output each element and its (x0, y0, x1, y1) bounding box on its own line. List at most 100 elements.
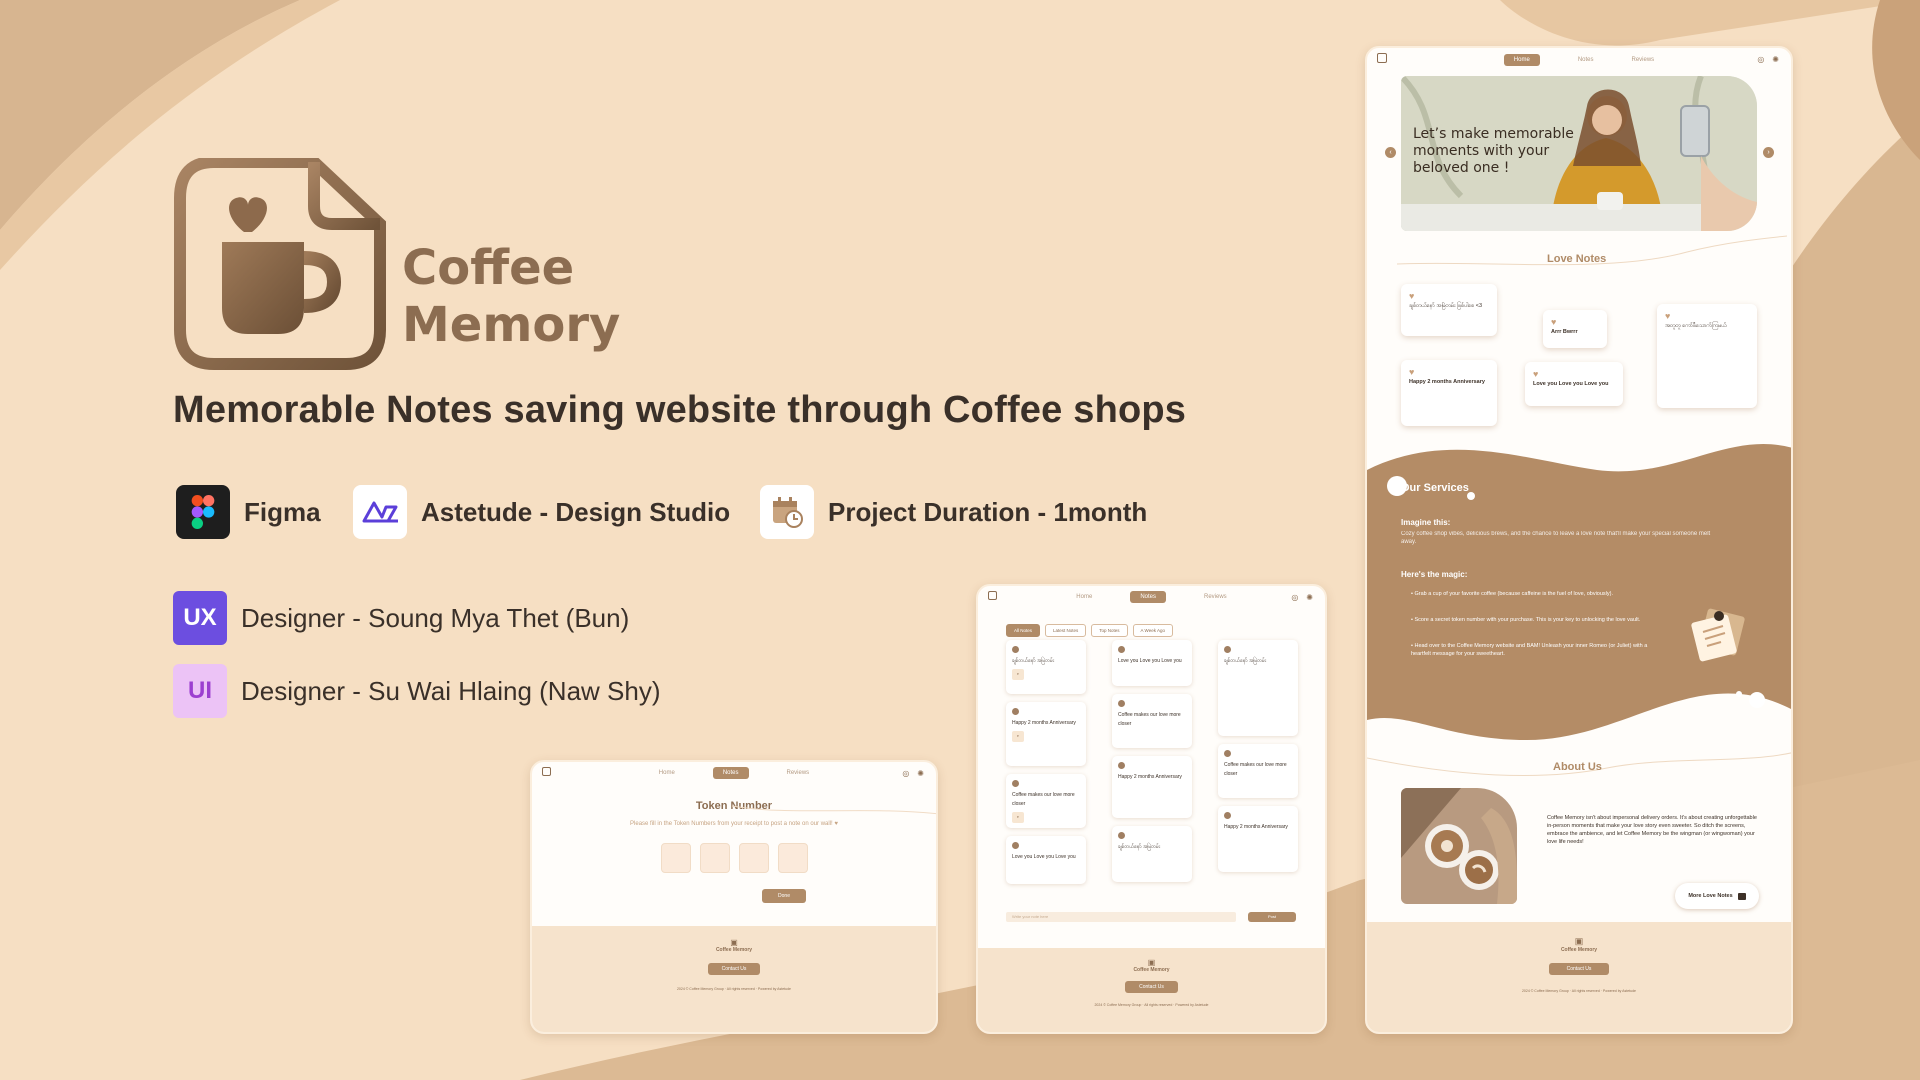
note-tag: ♥ (1012, 669, 1024, 680)
nav-home[interactable]: Home (1076, 594, 1092, 600)
filter-week[interactable]: A Week Ago (1132, 624, 1173, 637)
chat-icon (1737, 892, 1746, 900)
mock-nav: Home Notes Reviews ◎ ✺ (978, 586, 1325, 608)
magic-item-text: Grab a cup of your favorite coffee (beca… (1414, 591, 1613, 597)
footer-brand: Coffee Memory (1560, 947, 1598, 953)
note-card[interactable]: Happy 2 months Anniversary (1218, 806, 1298, 872)
role-ui: UI Designer - Su Wai Hlaing (Naw Shy) (173, 664, 661, 718)
filter-chips: All Notes Latest Notes Top Notes A Week … (1006, 624, 1325, 637)
user-icon[interactable]: ◎ (1291, 593, 1298, 602)
avatar (1118, 832, 1125, 839)
footer-copyright: 2024 © Coffee Memory Group · All rights … (676, 987, 791, 991)
nav-notes[interactable]: Notes (1578, 57, 1594, 63)
mini-logo-icon (1377, 53, 1387, 63)
nav-reviews[interactable]: Reviews (1632, 57, 1655, 63)
mini-logo-icon (988, 591, 997, 600)
note-input[interactable]: Write your note here (1006, 912, 1236, 922)
tool-duration: Project Duration - 1month (760, 485, 1147, 539)
love-note-text: Happy 2 months Anniversary (1409, 379, 1485, 385)
nav-home[interactable]: Home (659, 770, 675, 776)
love-notes-title: Love Notes (1547, 253, 1607, 265)
nav-notes[interactable]: Notes (712, 767, 749, 779)
note-text: ချစ်တယ်နော် အမြဲတမ်း (1224, 658, 1267, 664)
avatar (1012, 646, 1019, 653)
note-text: Love you Love you Love you (1118, 658, 1182, 664)
footer-logo-icon: ▣ (1147, 958, 1156, 967)
mock-nav: Home Notes Reviews ◎ ✺ (1367, 48, 1791, 72)
note-card[interactable]: Love you Love you Love you (1006, 836, 1086, 884)
avatar (1012, 842, 1019, 849)
note-text: Happy 2 months Anniversary (1224, 824, 1288, 830)
contact-button[interactable]: Contact Us (1548, 963, 1610, 975)
avatar (1224, 646, 1231, 653)
nav-home[interactable]: Home (1503, 54, 1540, 66)
filter-all[interactable]: All Notes (1006, 624, 1041, 637)
love-note-card[interactable]: ♥ ချစ်တယ်နော် အမြဲတမ်း ဖြစ်ပါစေ <3 (1401, 284, 1497, 336)
note-card[interactable]: ချစ်တယ်နော် အမြဲတမ်း (1218, 640, 1298, 736)
note-text: Coffee makes our love more closer (1012, 792, 1075, 807)
avatar (1224, 750, 1231, 757)
note-card[interactable]: Happy 2 months Anniversary ♥ (1006, 702, 1086, 766)
note-text: ချစ်တယ်နော် အမြဲတမ်း (1012, 658, 1055, 664)
token-subtitle: Please fill in the Token Numbers from yo… (630, 821, 838, 827)
role-text: Designer - Soung Mya Thet (Bun) (241, 602, 630, 633)
footer-logo-icon: ▣ (730, 938, 738, 947)
about-photo (1401, 788, 1517, 904)
note-card[interactable]: Love you Love you Love you (1112, 640, 1192, 686)
note-text: Coffee makes our love more closer (1224, 762, 1287, 777)
more-love-notes-button[interactable]: More Love Notes (1675, 883, 1759, 909)
filter-latest[interactable]: Latest Notes (1045, 624, 1087, 637)
love-note-card[interactable]: ♥ Arrr Bwrrr (1543, 310, 1607, 348)
love-note-card[interactable]: ♥ Happy 2 months Anniversary (1401, 360, 1497, 426)
hero-prev-icon[interactable]: ‹ (1385, 147, 1396, 158)
brand-line-2: Memory (402, 297, 621, 353)
avatar (1012, 780, 1019, 787)
note-text: ချစ်တယ်နော် အမြဲတမ်း (1118, 844, 1161, 850)
note-card[interactable]: Coffee makes our love more closer (1218, 744, 1298, 798)
footer-powered: Powered by Astetude (757, 987, 791, 991)
magic-item: • Head over to the Coffee Memory website… (1411, 643, 1648, 657)
love-note-card[interactable]: ♥ Love you Love you Love you (1525, 362, 1623, 406)
role-text: Designer - Su Wai Hlaing (Naw Shy) (241, 675, 661, 706)
settings-icon[interactable]: ✺ (1772, 55, 1779, 64)
post-button[interactable]: Post (1248, 912, 1296, 922)
note-card[interactable]: Coffee makes our love more closer ♥ (1006, 774, 1086, 828)
tool-figma: Figma (176, 485, 321, 539)
love-note-card[interactable]: ♥ အတူတူ ကော်ဖီသောက်ကြမယ် (1657, 304, 1757, 408)
nav-reviews[interactable]: Reviews (1204, 594, 1227, 600)
calendar-clock-icon (760, 485, 814, 539)
tool-astetude: Astetude - Design Studio (353, 485, 730, 539)
filter-top[interactable]: Top Notes (1091, 624, 1128, 637)
tool-label: Project Duration - 1month (828, 496, 1148, 527)
hero-next-icon[interactable]: › (1763, 147, 1774, 158)
token-input-1[interactable] (660, 843, 691, 873)
magic-item-text: Head over to the Coffee Memory website a… (1411, 643, 1648, 657)
note-card[interactable]: ချစ်တယ်နော် အမြဲတမ်း (1112, 826, 1192, 882)
coffee-cups-illustration (1401, 788, 1517, 904)
nav-reviews[interactable]: Reviews (787, 770, 810, 776)
love-note-text: ချစ်တယ်နော် အမြဲတမ်း ဖြစ်ပါစေ <3 (1409, 303, 1483, 309)
user-icon[interactable]: ◎ (902, 769, 909, 778)
contact-button[interactable]: Contact Us (1125, 981, 1178, 993)
heart-icon: ♥ (1409, 291, 1415, 301)
token-input-3[interactable] (738, 843, 769, 873)
settings-icon[interactable]: ✺ (917, 769, 924, 778)
done-button[interactable]: Done (762, 889, 806, 903)
imagine-text: Cozy coffee shop vibes, delicious brews,… (1401, 531, 1711, 545)
note-card[interactable]: Coffee makes our love more closer (1112, 694, 1192, 748)
token-inputs (532, 843, 936, 873)
note-card[interactable]: Happy 2 months Anniversary (1112, 756, 1192, 818)
settings-icon[interactable]: ✺ (1306, 593, 1313, 602)
coffee-memory-logo (174, 158, 386, 370)
nav-notes[interactable]: Notes (1130, 591, 1166, 603)
love-note-text: အတူတူ ကော်ဖီသောက်ကြမယ် (1665, 323, 1727, 329)
token-input-4[interactable] (777, 843, 808, 873)
contact-button[interactable]: Contact Us (707, 963, 761, 975)
heart-icon: ♥ (1533, 369, 1539, 379)
avatar (1012, 708, 1019, 715)
note-card[interactable]: ချစ်တယ်နော် အမြဲတမ်း ♥ (1006, 640, 1086, 694)
token-input-2[interactable] (699, 843, 730, 873)
user-icon[interactable]: ◎ (1757, 55, 1764, 64)
note-tag: ♥ (1012, 812, 1024, 823)
magic-item: • Score a secret token number with your … (1411, 617, 1641, 623)
